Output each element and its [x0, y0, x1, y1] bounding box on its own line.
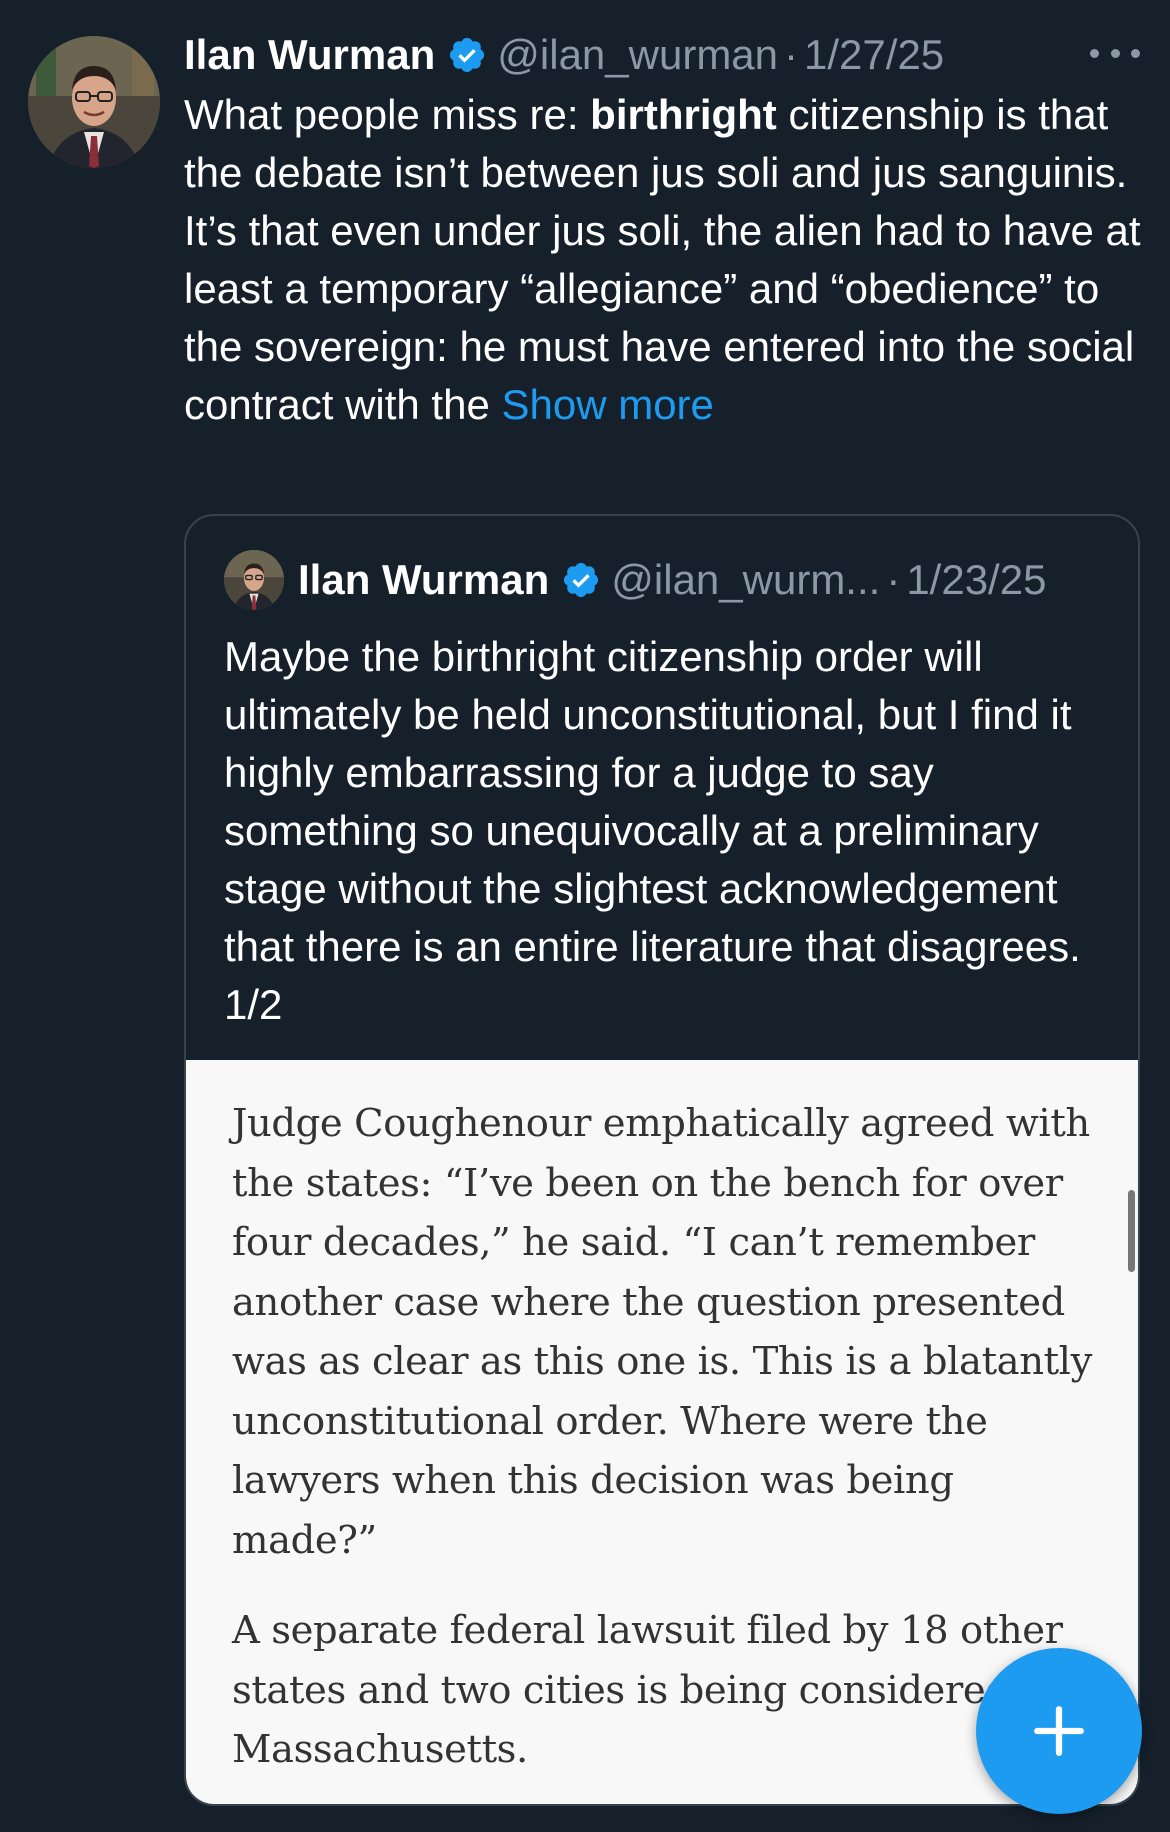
- verified-badge-icon: [561, 560, 601, 600]
- quoted-author-name: Ilan Wurman: [298, 556, 550, 603]
- quoted-tweet-header: Ilan Wurman @ilan_wurm... · 1/23/25: [224, 550, 1046, 610]
- quoted-tweet-date: 1/23/25: [906, 556, 1047, 603]
- tweet-text-bold: birthright: [590, 91, 777, 138]
- compose-button[interactable]: [976, 1648, 1142, 1814]
- tweet-header: Ilan Wurman @ilan_wurman · 1/27/25: [184, 30, 1140, 80]
- verified-badge-icon[interactable]: [447, 35, 487, 75]
- tweet-body: What people miss re: birthright citizens…: [184, 86, 1144, 434]
- show-more-link[interactable]: Show more: [501, 381, 713, 428]
- quoted-tweet-text: Maybe the birthright citizenship order w…: [224, 633, 1081, 1028]
- author-name[interactable]: Ilan Wurman: [184, 30, 435, 80]
- image-scrollbar: [1128, 1190, 1135, 1272]
- author-handle[interactable]: @ilan_wurman: [497, 30, 778, 80]
- article-screenshot-text: Judge Coughenour emphatically agreed wit…: [232, 1094, 1102, 1804]
- avatar-photo-icon: [28, 36, 160, 168]
- quoted-author-handle: @ilan_wurm...: [611, 556, 881, 603]
- quoted-author-avatar[interactable]: [224, 550, 284, 610]
- tweet-detail-page: Ilan Wurman @ilan_wurman · 1/27/25 What …: [0, 0, 1170, 1832]
- tweet-date[interactable]: 1/27/25: [804, 30, 944, 80]
- avatar-photo-icon: [224, 550, 284, 610]
- separator-dot: ·: [784, 31, 799, 78]
- article-paragraph: A separate federal lawsuit filed by 18 o…: [232, 1608, 1063, 1772]
- article-paragraph: Judge Coughenour emphatically agreed wit…: [232, 1101, 1092, 1563]
- separator-dot: ·: [886, 556, 901, 603]
- more-options-icon[interactable]: [1090, 38, 1140, 68]
- tweet-text-start: What people miss re:: [184, 91, 591, 138]
- author-avatar[interactable]: [28, 36, 160, 168]
- tweet-text-rest: citizenship is that the debate isn’t bet…: [184, 91, 1141, 428]
- quoted-tweet-card[interactable]: Ilan Wurman @ilan_wurm... · 1/23/25 Mayb…: [184, 514, 1140, 1806]
- plus-icon: [1034, 1706, 1084, 1756]
